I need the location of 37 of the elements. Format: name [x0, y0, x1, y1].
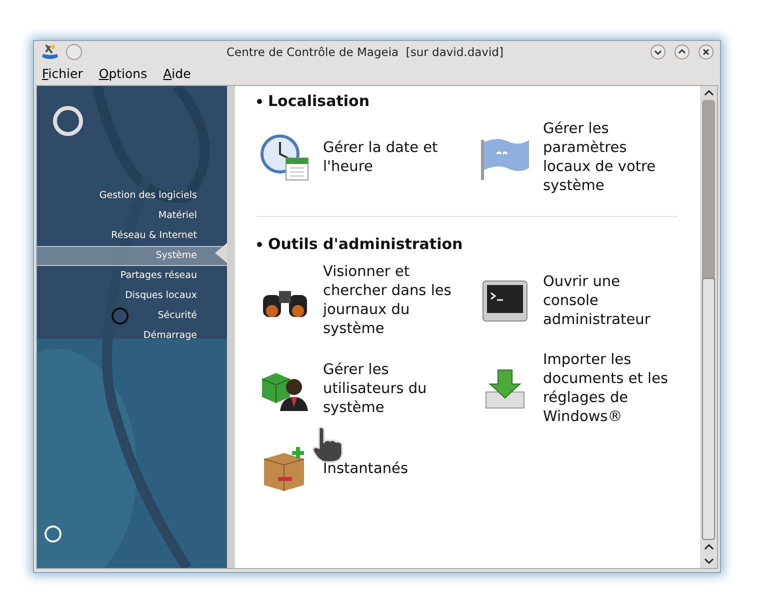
bullet-icon — [257, 98, 262, 104]
window-title: Centre de Contrôle de Mageia [sur david.david] — [226, 45, 504, 59]
tool-launcher[interactable]: Ouvrir une console administrateur — [477, 263, 677, 339]
minimize-button[interactable] — [650, 44, 666, 60]
menu-item[interactable]: Fichier — [42, 66, 83, 80]
clock-calendar-icon — [260, 134, 310, 182]
app-icon[interactable] — [40, 43, 60, 61]
bullet-icon — [257, 242, 262, 246]
sidebar-item[interactable]: Démarrage — [37, 326, 227, 346]
tool-launcher[interactable]: Gérer les paramètres locaux de votre système — [477, 120, 677, 196]
terminal-icon — [481, 279, 529, 323]
sidebar-item[interactable]: Matériel — [37, 206, 227, 226]
scroll-up-icon[interactable] — [704, 543, 714, 551]
tool-launcher[interactable]: Gérer la date et l'heure — [257, 120, 477, 196]
tool-launcher[interactable]: Visionner et chercher dans les journaux du système — [257, 263, 477, 339]
ring-icon — [44, 525, 62, 543]
sidebar-item[interactable]: Système — [37, 246, 227, 266]
section-heading: Localisation — [268, 92, 370, 110]
sidebar-item[interactable]: Disques locaux — [37, 286, 227, 306]
tool-launcher[interactable]: Importer les documents et les réglages de Windows® — [477, 351, 677, 427]
sidebar-item[interactable]: Partages réseau — [37, 266, 227, 286]
close-button[interactable] — [698, 44, 714, 60]
vertical-scrollbar[interactable] — [700, 86, 717, 568]
menu-item[interactable]: Aide — [163, 66, 191, 80]
maximize-button[interactable] — [674, 44, 690, 60]
sidebar-item[interactable]: Gestion des logiciels — [37, 186, 227, 206]
ring-icon — [111, 307, 129, 325]
tool-launcher[interactable]: Gérer les utilisateurs du système — [257, 351, 477, 427]
ring-icon — [52, 105, 84, 137]
scroll-up-icon[interactable] — [704, 89, 714, 97]
section-heading: Outils d'administration — [268, 235, 463, 253]
sidebar-item[interactable]: Réseau & Internet — [37, 226, 227, 246]
menu-item[interactable]: Options — [98, 66, 148, 80]
splitter-handle[interactable] — [227, 86, 235, 568]
sidebar-item[interactable]: Sécurité — [37, 306, 227, 326]
scroll-down-icon[interactable] — [704, 557, 714, 565]
tool-launcher[interactable]: Instantanés — [257, 439, 477, 499]
